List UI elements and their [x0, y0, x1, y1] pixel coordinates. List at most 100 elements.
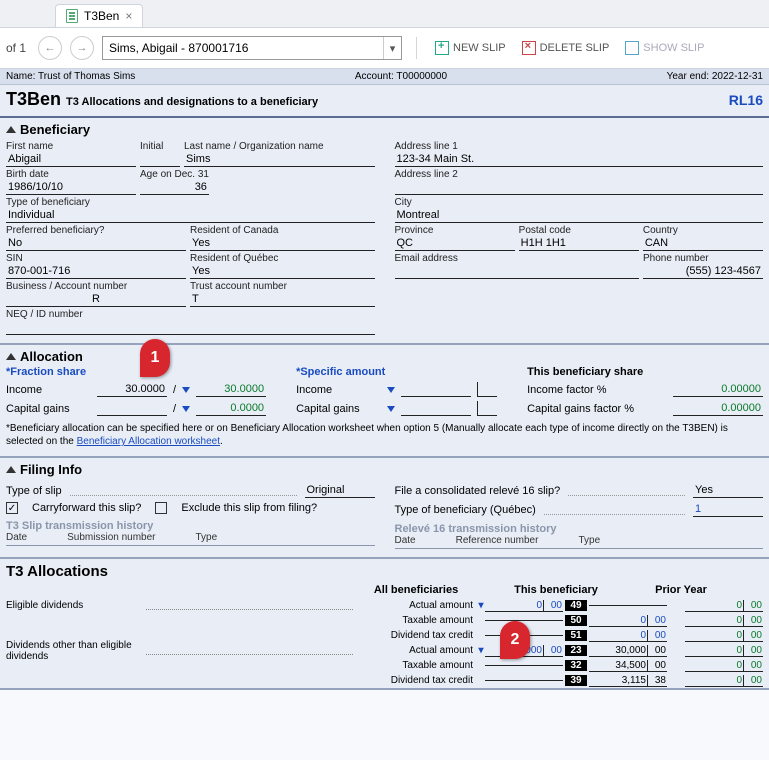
- country-field[interactable]: CAN: [643, 236, 763, 251]
- prov-label: Province: [395, 225, 515, 236]
- trust-field[interactable]: T: [190, 292, 375, 307]
- section-title-allocation[interactable]: Allocation: [6, 349, 763, 364]
- sin-field[interactable]: 870-001-716: [6, 264, 186, 279]
- dropdown-icon[interactable]: [182, 406, 190, 412]
- row-sublabel: Dividend tax credit: [357, 630, 477, 641]
- this-value[interactable]: 0: [589, 630, 647, 642]
- this-cents[interactable]: 00: [647, 660, 667, 672]
- prov-field[interactable]: QC: [395, 236, 515, 251]
- this-cents[interactable]: 38: [647, 675, 667, 687]
- this-value[interactable]: 30,000: [589, 645, 647, 657]
- chevron-down-icon[interactable]: ▾: [383, 37, 401, 59]
- typeqc-field[interactable]: 1: [693, 502, 763, 517]
- addr1-field[interactable]: 123-34 Main St.: [395, 152, 764, 167]
- this-value[interactable]: 3,115: [589, 675, 647, 687]
- section-title-filing[interactable]: Filing Info: [6, 462, 763, 477]
- nav-forward-button[interactable]: →: [70, 36, 94, 60]
- prior-value: 0: [685, 675, 743, 687]
- beneficiary-combo[interactable]: ▾: [102, 36, 402, 60]
- all-value[interactable]: [485, 680, 543, 681]
- dropdown-icon[interactable]: ▾: [477, 645, 485, 656]
- email-field[interactable]: [395, 264, 640, 279]
- capgains-den-field[interactable]: [196, 401, 266, 416]
- all-cents[interactable]: [543, 635, 563, 636]
- plus-icon: [435, 41, 449, 55]
- addr2-field[interactable]: [395, 180, 764, 195]
- income-label: Income: [6, 384, 91, 396]
- this-value[interactable]: 0: [589, 615, 647, 627]
- typeqc-label: Type of beneficiary (Québec): [395, 504, 536, 516]
- spec-income-field[interactable]: [401, 382, 471, 397]
- capgains-num-field[interactable]: [97, 401, 167, 416]
- delete-slip-button[interactable]: DELETE SLIP: [518, 39, 614, 57]
- line-box: 23: [565, 645, 587, 656]
- postal-field[interactable]: H1H 1H1: [519, 236, 639, 251]
- resqc-label: Resident of Québec: [190, 253, 375, 264]
- close-icon[interactable]: ×: [125, 9, 132, 23]
- line-box: 32: [565, 660, 587, 671]
- form-rl16[interactable]: RL16: [729, 92, 763, 108]
- toolbar: of 1 ← → ▾ NEW SLIP DELETE SLIP SHOW SLI…: [0, 28, 769, 69]
- thisben-label: This beneficiary share: [527, 366, 763, 378]
- carryfwd-checkbox[interactable]: ✓: [6, 502, 18, 514]
- chevron-up-icon: [6, 353, 16, 360]
- rl16hist-header: Relevé 16 transmission history: [395, 523, 764, 535]
- this-value[interactable]: [589, 605, 647, 606]
- this-cents[interactable]: 00: [647, 645, 667, 657]
- all-cents[interactable]: [543, 665, 563, 666]
- show-slip-button[interactable]: SHOW SLIP: [621, 39, 708, 57]
- divider: [416, 37, 417, 59]
- nav-back-button[interactable]: ←: [38, 36, 62, 60]
- prior-cents: 00: [743, 645, 763, 657]
- bus-field[interactable]: R: [6, 292, 186, 307]
- prior-cents: 00: [743, 600, 763, 612]
- prior-value: 0: [685, 645, 743, 657]
- all-cents[interactable]: 00: [543, 645, 563, 657]
- new-slip-button[interactable]: NEW SLIP: [431, 39, 510, 57]
- type-field[interactable]: Individual: [6, 208, 375, 223]
- neq-field[interactable]: [6, 320, 375, 335]
- city-field[interactable]: Montreal: [395, 208, 764, 223]
- row-sublabel: Actual amount: [357, 600, 477, 611]
- spec-cap-field[interactable]: [401, 401, 471, 416]
- all-value[interactable]: [485, 665, 543, 666]
- all-value[interactable]: 0: [485, 600, 543, 612]
- prior-value: 0: [685, 615, 743, 627]
- rescan-field[interactable]: Yes: [190, 236, 375, 251]
- all-cents[interactable]: [543, 620, 563, 621]
- birth-field[interactable]: 1986/10/10: [6, 180, 136, 195]
- this-cents[interactable]: 00: [647, 630, 667, 642]
- section-title-beneficiary[interactable]: Beneficiary: [6, 122, 763, 137]
- prior-value: 0: [685, 630, 743, 642]
- this-value[interactable]: 34,500: [589, 660, 647, 672]
- income-den-field[interactable]: [196, 382, 266, 397]
- all-cents[interactable]: 00: [543, 600, 563, 612]
- typeslip-field[interactable]: Original: [305, 483, 375, 498]
- dropdown-icon[interactable]: [387, 406, 395, 412]
- all-cents[interactable]: [543, 680, 563, 681]
- beneficiary-combo-input[interactable]: [103, 37, 383, 59]
- pref-field[interactable]: No: [6, 236, 186, 251]
- resqc-field[interactable]: Yes: [190, 264, 375, 279]
- dropdown-icon[interactable]: ▾: [477, 600, 485, 611]
- allocation-link[interactable]: Beneficiary Allocation worksheet: [77, 436, 220, 447]
- lastname-field[interactable]: Sims: [184, 152, 375, 167]
- row-label: Dividends other than eligible dividends: [6, 640, 146, 662]
- dropdown-icon[interactable]: [182, 387, 190, 393]
- this-cents[interactable]: [647, 605, 667, 606]
- lastname-label: Last name / Organization name: [184, 141, 375, 152]
- initial-field[interactable]: [140, 152, 180, 167]
- tab-t3ben[interactable]: T3Ben ×: [55, 4, 143, 27]
- delete-icon: [522, 41, 536, 55]
- capfactor-field[interactable]: [673, 401, 763, 416]
- section-title-t3allocations: T3 Allocations: [6, 563, 763, 580]
- this-cents[interactable]: 00: [647, 615, 667, 627]
- income-num-field[interactable]: [97, 382, 167, 397]
- phone-field[interactable]: (555) 123-4567: [643, 264, 763, 279]
- col-this: This beneficiary: [481, 584, 631, 596]
- dropdown-icon[interactable]: [387, 387, 395, 393]
- exclude-checkbox[interactable]: [155, 502, 167, 514]
- incfactor-field[interactable]: [673, 382, 763, 397]
- firstname-field[interactable]: Abigail: [6, 152, 136, 167]
- file16-field[interactable]: Yes: [693, 483, 763, 498]
